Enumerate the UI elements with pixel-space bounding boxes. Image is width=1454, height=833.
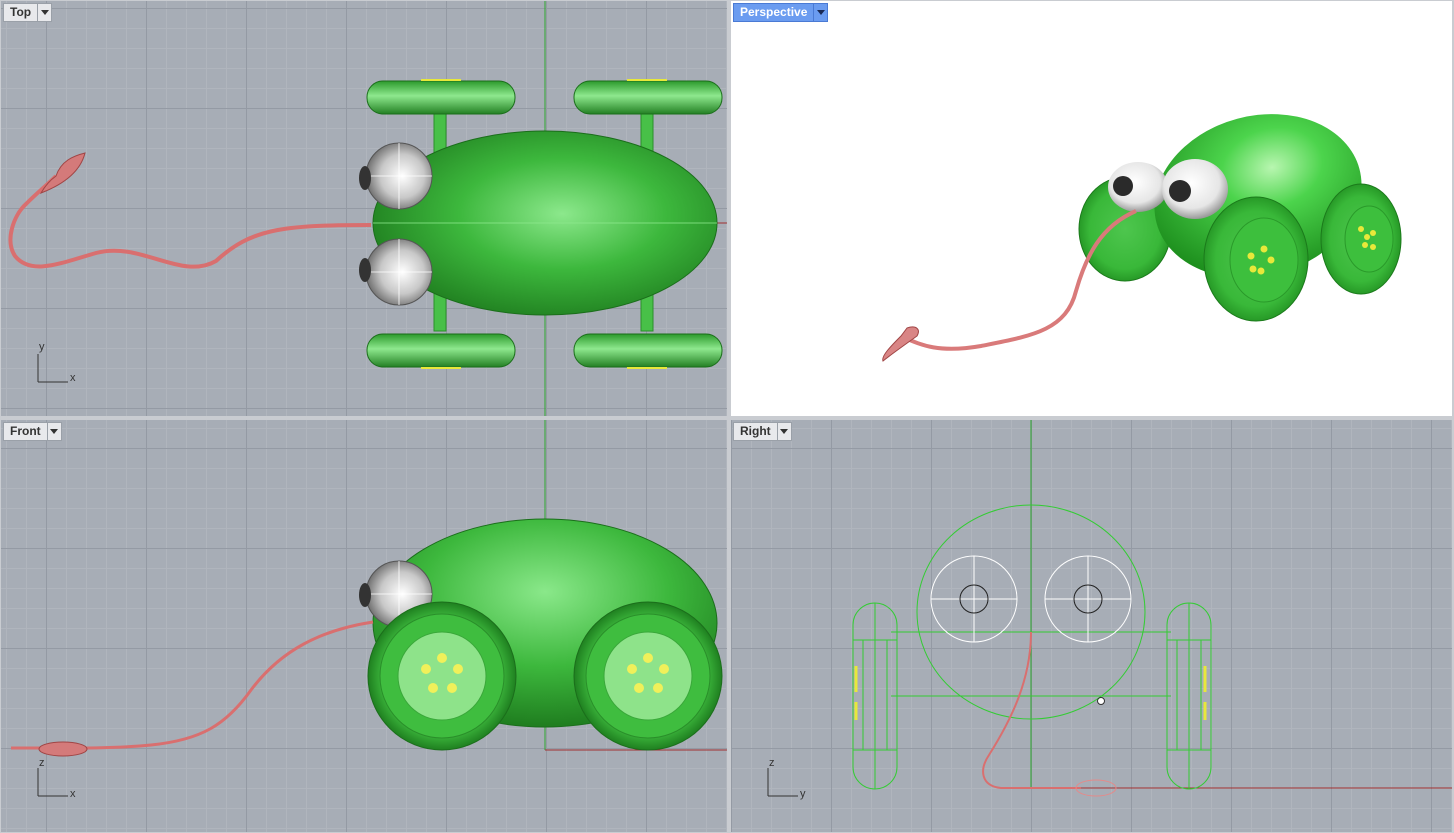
viewport-menu-arrow-icon[interactable] <box>37 4 51 21</box>
wheel-front-right[interactable] <box>573 333 723 368</box>
wheel-front[interactable] <box>573 601 723 751</box>
viewport-menu-arrow-icon[interactable] <box>813 4 827 21</box>
viewport-title-right: Right <box>740 424 771 438</box>
top-view-model: x y <box>8 1 727 416</box>
tail-tip[interactable] <box>39 152 86 194</box>
wheel-right-wireframe[interactable] <box>1166 602 1212 790</box>
tail-tip[interactable] <box>38 741 88 757</box>
viewport-menu-arrow-icon[interactable] <box>46 423 61 440</box>
axis-gizmo-icon <box>37 354 68 383</box>
right-view-wireframe: y z <box>767 420 1452 800</box>
wheel-front-left[interactable] <box>573 80 723 115</box>
axis-label-y: y <box>39 341 45 353</box>
wheel-rear-left[interactable] <box>366 80 516 115</box>
viewport-title-top: Top <box>10 5 32 19</box>
axis-label-z: z <box>769 757 775 769</box>
axis-label-x: x <box>70 372 76 384</box>
viewport-menu-arrow-icon[interactable] <box>776 423 791 440</box>
wheel-left-wireframe[interactable] <box>852 602 898 790</box>
cursor-point[interactable] <box>1097 697 1105 705</box>
viewport-top[interactable]: Top x y <box>1 1 727 416</box>
wheel-rear-right[interactable] <box>366 333 516 368</box>
axis-gizmo-icon <box>37 768 68 797</box>
front-view-model: x z <box>10 420 727 800</box>
viewport-tab-front[interactable]: Front <box>3 422 62 441</box>
viewport-tab-perspective[interactable]: Perspective <box>733 3 829 22</box>
tail-cord[interactable] <box>982 631 1081 789</box>
viewport-right[interactable]: Right y z <box>731 420 1452 832</box>
axis-gizmo-icon <box>767 768 798 797</box>
viewport-tab-right[interactable]: Right <box>733 422 792 441</box>
viewport-title-perspective: Perspective <box>740 5 808 19</box>
viewport-front[interactable]: Front x z <box>1 420 727 832</box>
viewport-perspective[interactable]: Perspective <box>731 1 1452 416</box>
wheel-rear[interactable] <box>367 601 517 751</box>
tail-cord[interactable] <box>10 620 374 750</box>
tail-tip[interactable] <box>882 326 919 362</box>
axis-label-z: z <box>39 757 45 769</box>
axis-label-x: x <box>70 788 76 800</box>
eye-right-wireframe[interactable] <box>1044 555 1132 643</box>
tail-cord[interactable] <box>8 174 372 269</box>
eye-left-wireframe[interactable] <box>930 555 1018 643</box>
axis-label-y: y <box>800 788 806 800</box>
perspective-rendered-model <box>882 114 1402 362</box>
viewport-tab-top[interactable]: Top <box>3 3 53 22</box>
viewport-title-front: Front <box>10 424 41 438</box>
